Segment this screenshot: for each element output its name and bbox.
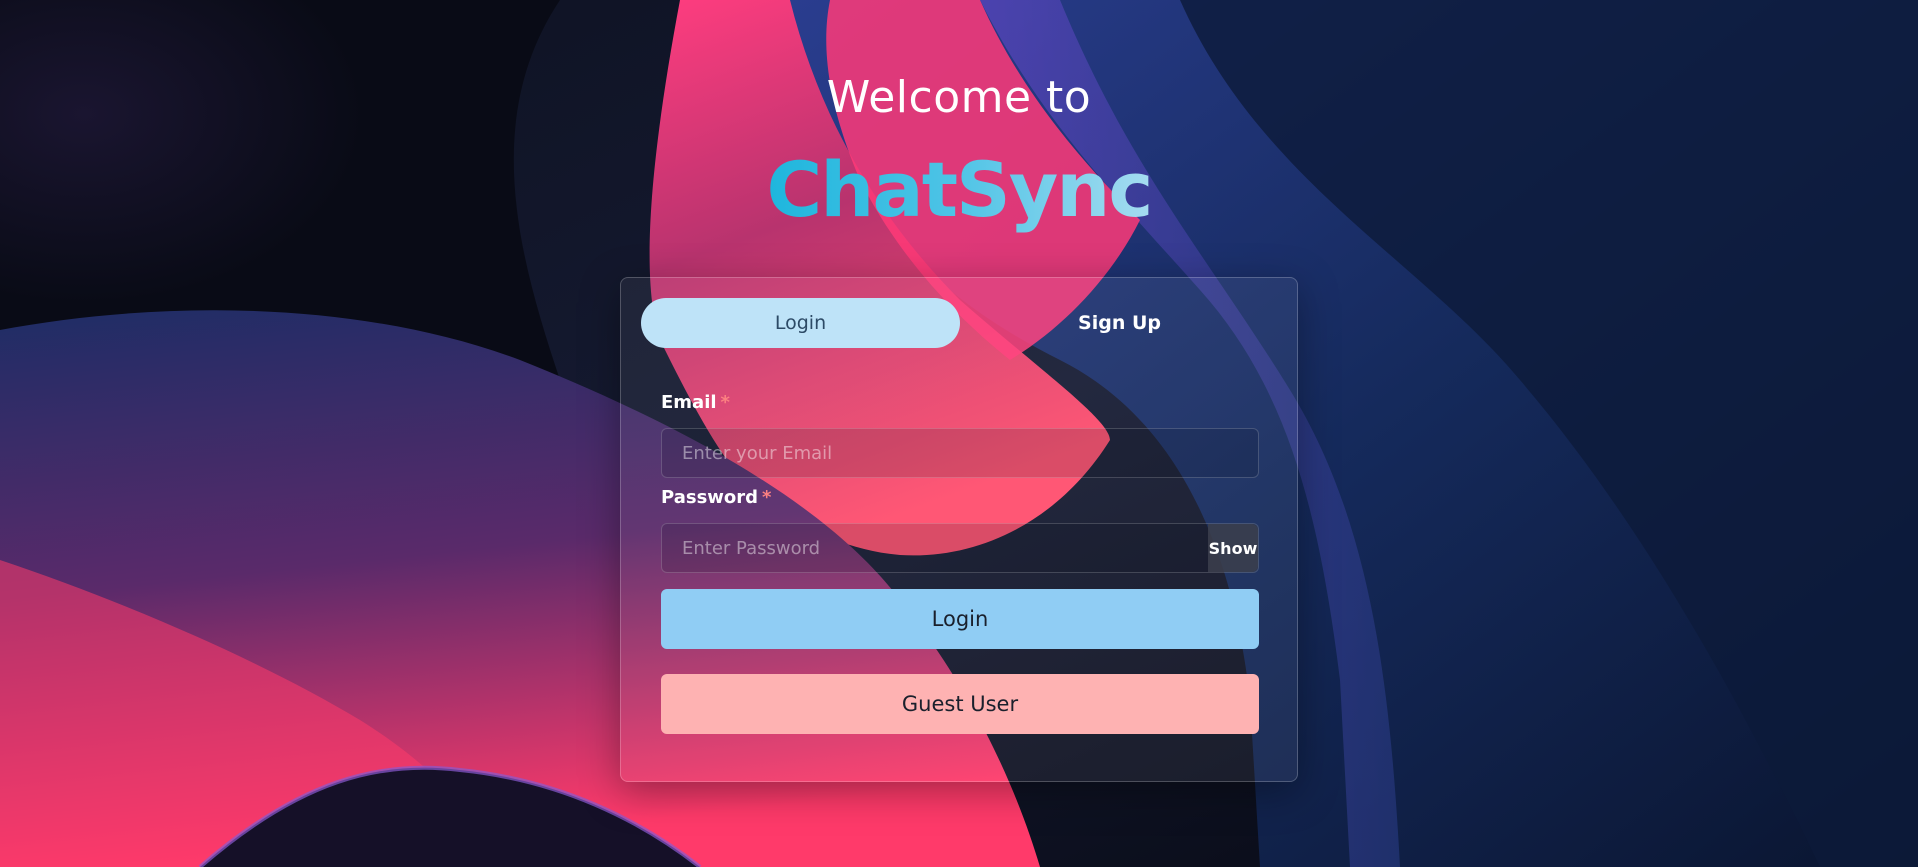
- auth-card: Login Sign Up Email* Password* Show Logi…: [620, 277, 1298, 782]
- welcome-heading: Welcome to: [826, 72, 1092, 123]
- brand-name: ChatSync: [766, 145, 1154, 234]
- show-password-button[interactable]: Show: [1208, 524, 1258, 572]
- email-field[interactable]: [662, 429, 1258, 477]
- login-button[interactable]: Login: [661, 589, 1259, 649]
- tab-sign-up[interactable]: Sign Up: [960, 298, 1279, 348]
- required-mark: *: [762, 487, 772, 508]
- login-page: Welcome to ChatSync Login Sign Up Email *…: [0, 0, 1918, 867]
- email-label: Email *: [661, 392, 730, 413]
- email-label-text: Email: [661, 392, 717, 413]
- guest-user-button[interactable]: Guest User: [661, 674, 1259, 734]
- password-label: Password *: [661, 487, 771, 508]
- brand-logo-text: ChatSync: [0, 150, 1918, 230]
- password-field-wrapper: Show: [661, 523, 1259, 573]
- password-label-text: Password: [661, 487, 759, 508]
- email-field-wrapper: [661, 428, 1259, 478]
- tab-login[interactable]: Login: [641, 298, 960, 348]
- password-field[interactable]: [662, 524, 1258, 572]
- auth-tabs: Login Sign Up: [641, 298, 1279, 348]
- required-mark: *: [720, 392, 730, 413]
